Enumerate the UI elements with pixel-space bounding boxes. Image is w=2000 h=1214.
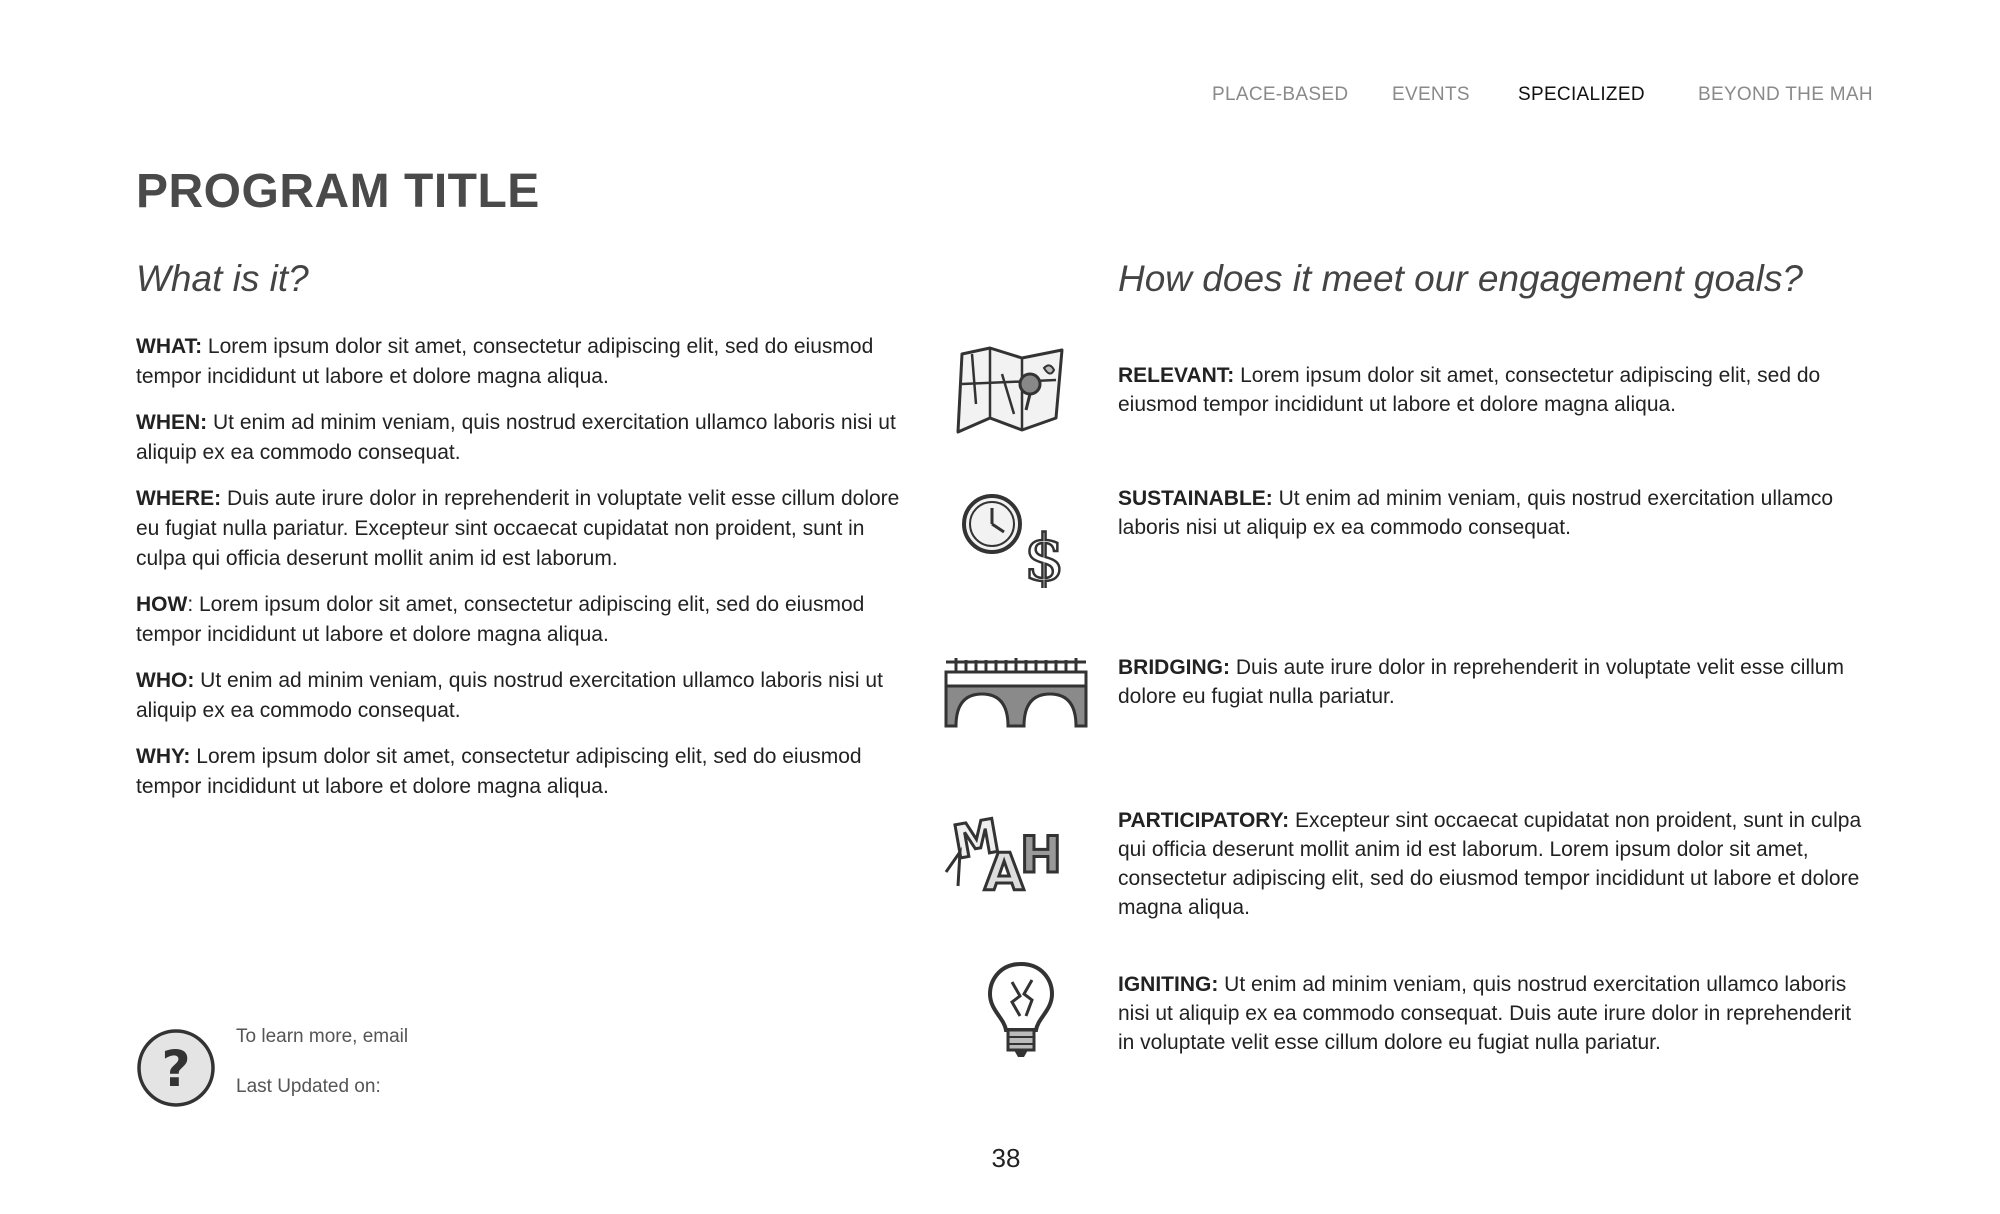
detail-label: WHAT: — [136, 335, 203, 358]
goal-sustainable: SUSTAINABLE: Ut enim ad minim veniam, qu… — [1118, 484, 1868, 542]
detail-text: Lorem ipsum dolor sit amet, consectetur … — [136, 335, 874, 388]
goal-label: IGNITING: — [1118, 973, 1219, 996]
what-is-it-heading: What is it? — [136, 258, 309, 299]
detail-text: : Lorem ipsum dolor sit amet, consectetu… — [136, 593, 865, 646]
detail-label: WHEN: — [136, 411, 208, 434]
help-question-icon: ? — [137, 1029, 215, 1107]
help-glyph: ? — [161, 1040, 190, 1098]
detail-text: Ut enim ad minim veniam, quis nostrud ex… — [136, 411, 896, 464]
svg-text:H: H — [1020, 826, 1062, 884]
detail-label: WHY: — [136, 745, 191, 768]
detail-what: WHAT: Lorem ipsum dolor sit amet, consec… — [136, 332, 906, 392]
goal-label: SUSTAINABLE: — [1118, 487, 1273, 510]
nav-beyond-the-mah[interactable]: BEYOND THE MAH — [1698, 84, 1873, 106]
nav-events[interactable]: EVENTS — [1392, 84, 1470, 106]
goal-igniting: IGNITING: Ut enim ad minim veniam, quis … — [1118, 970, 1868, 1057]
detail-why: WHY: Lorem ipsum dolor sit amet, consect… — [136, 742, 906, 802]
lightbulb-icon — [987, 961, 1055, 1057]
svg-text:$: $ — [1024, 522, 1065, 588]
goal-label: RELEVANT: — [1118, 364, 1235, 387]
goal-text: Ut enim ad minim veniam, quis nostrud ex… — [1118, 973, 1852, 1054]
map-icon — [956, 346, 1064, 434]
top-navigation: PLACE-BASED EVENTS SPECIALIZED BEYOND TH… — [0, 84, 2000, 114]
detail-when: WHEN: Ut enim ad minim veniam, quis nost… — [136, 408, 906, 468]
last-updated-text: Last Updated on: — [236, 1076, 381, 1097]
engagement-goals-heading: How does it meet our engagement goals? — [1118, 258, 1803, 299]
goal-label: PARTICIPATORY: — [1118, 809, 1290, 832]
goal-bridging: BRIDGING: Duis aute irure dolor in repre… — [1118, 653, 1868, 711]
goal-relevant: RELEVANT: Lorem ipsum dolor sit amet, co… — [1118, 361, 1868, 419]
detail-label: WHERE: — [136, 487, 222, 510]
detail-how: HOW: Lorem ipsum dolor sit amet, consect… — [136, 590, 906, 650]
page-title: PROGRAM TITLE — [136, 165, 540, 218]
program-details: WHAT: Lorem ipsum dolor sit amet, consec… — [136, 332, 906, 818]
bridge-icon — [944, 658, 1088, 728]
detail-label: HOW — [136, 593, 188, 616]
mah-letters-icon: M A H — [944, 807, 1063, 894]
goal-label: BRIDGING: — [1118, 656, 1230, 679]
detail-where: WHERE: Duis aute irure dolor in reprehen… — [136, 484, 906, 574]
detail-text: Ut enim ad minim veniam, quis nostrud ex… — [136, 669, 883, 722]
nav-specialized[interactable]: SPECIALIZED — [1518, 84, 1645, 106]
goal-participatory: PARTICIPATORY: Excepteur sint occaecat c… — [1118, 806, 1868, 922]
clock-dollar-icon: $ — [962, 494, 1066, 588]
detail-text: Duis aute irure dolor in reprehenderit i… — [136, 487, 900, 570]
detail-who: WHO: Ut enim ad minim veniam, quis nostr… — [136, 666, 906, 726]
svg-text:A: A — [984, 843, 1024, 894]
learn-more-text: To learn more, email — [236, 1026, 409, 1047]
detail-label: WHO: — [136, 669, 195, 692]
detail-text: Lorem ipsum dolor sit amet, consectetur … — [136, 745, 862, 798]
page-number: 38 — [991, 1143, 1021, 1173]
nav-place-based[interactable]: PLACE-BASED — [1212, 84, 1348, 106]
